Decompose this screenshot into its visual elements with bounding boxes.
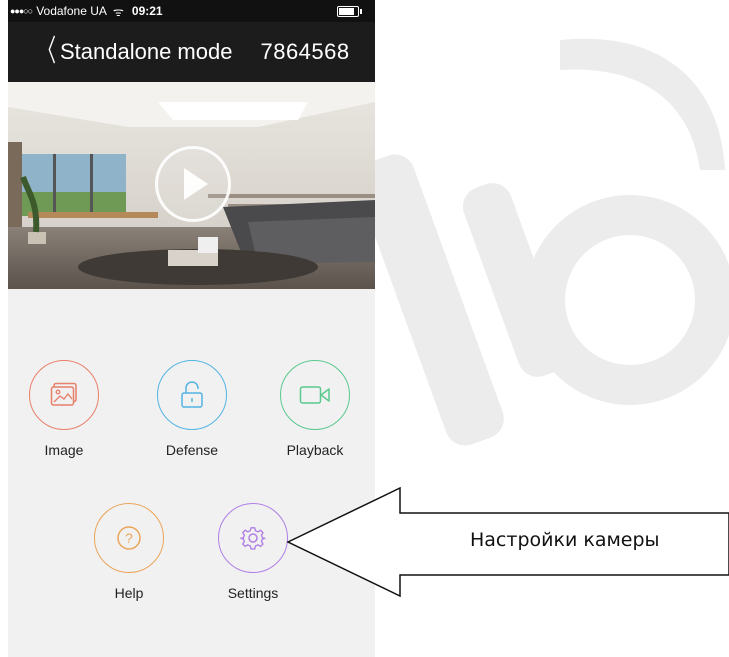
- playback-circle[interactable]: [280, 360, 350, 430]
- page-title: Standalone mode: [60, 39, 233, 64]
- camera-preview[interactable]: [8, 82, 375, 289]
- lock-icon: [181, 381, 203, 408]
- clock: 09:21: [131, 4, 163, 18]
- help-button[interactable]: ? Help: [74, 503, 184, 601]
- image-label: Image: [44, 442, 84, 458]
- callout-label: Настройки камеры: [470, 529, 660, 551]
- play-icon: [184, 168, 208, 200]
- status-bar: ●●●○○ Vodafone UA ᯤ 09:21: [8, 0, 375, 22]
- gear-icon: [240, 527, 266, 550]
- nav-bar: 〈 Standalone mode 7864568: [8, 22, 375, 82]
- wifi-icon: ᯤ: [112, 4, 124, 19]
- chevron-left-icon[interactable]: 〈: [38, 37, 56, 67]
- play-button[interactable]: [155, 146, 231, 222]
- video-camera-icon: [299, 386, 330, 404]
- image-button[interactable]: Image: [9, 360, 119, 458]
- battery-level: [339, 8, 354, 15]
- signal-strength: ●●●○○: [10, 6, 33, 16]
- question-icon: ?: [117, 526, 141, 550]
- carrier-name: Vodafone UA: [36, 4, 107, 18]
- help-label: Help: [114, 585, 144, 601]
- watermark-logo: [360, 38, 729, 446]
- help-circle[interactable]: ?: [94, 503, 164, 573]
- settings-circle[interactable]: [218, 503, 288, 573]
- defense-label: Defense: [165, 442, 219, 458]
- svg-text:?: ?: [125, 530, 133, 546]
- defense-circle[interactable]: [157, 360, 227, 430]
- image-icon: [50, 382, 77, 406]
- playback-label: Playback: [286, 442, 344, 458]
- settings-label: Settings: [227, 585, 279, 601]
- defense-button[interactable]: Defense: [137, 360, 247, 458]
- battery-icon: [337, 6, 362, 17]
- device-id: 7864568: [260, 39, 350, 64]
- image-circle[interactable]: [29, 360, 99, 430]
- playback-button[interactable]: Playback: [260, 360, 370, 458]
